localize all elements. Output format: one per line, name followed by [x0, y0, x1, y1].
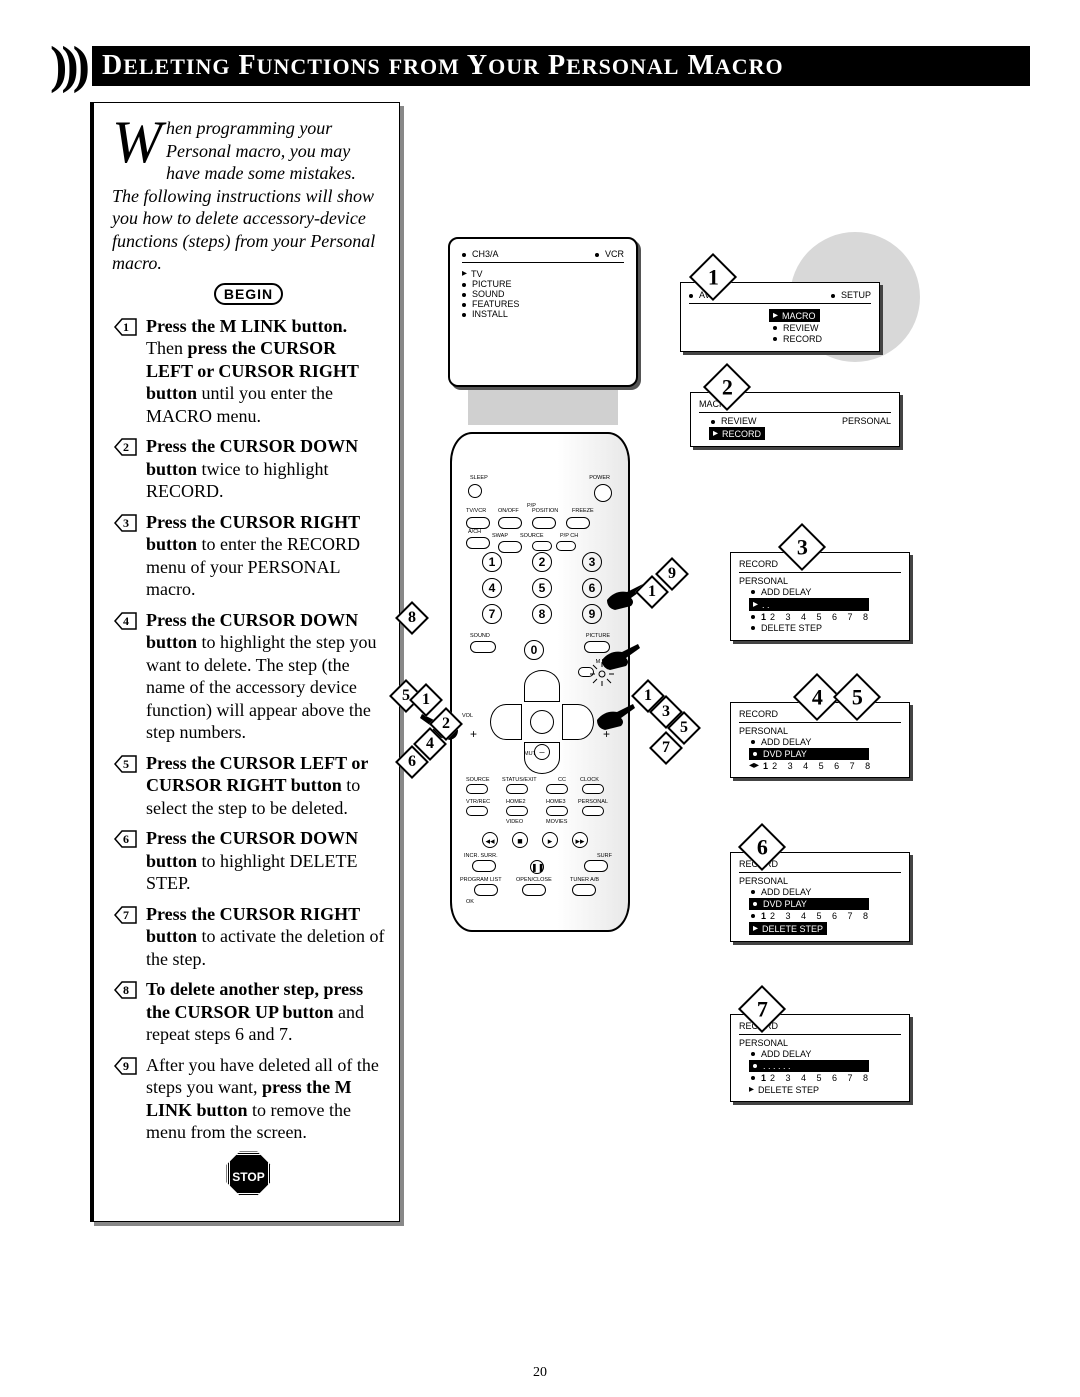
step-3: 3 Press the CURSOR RIGHT button to enter… [112, 511, 385, 601]
step-8: 8 To delete another step, press the CURS… [112, 978, 385, 1046]
instruction-panel: When programming your Personal macro, yo… [90, 102, 400, 1222]
step-7: 7 Press the CURSOR RIGHT button to activ… [112, 903, 385, 971]
remote-numpad: 123 456 789 [482, 552, 602, 630]
page-title: DELETING FUNCTIONS FROM YOUR PERSONAL MA… [92, 46, 1030, 86]
hand-icon [595, 702, 635, 732]
step-9: 9 After you have deleted all of the step… [112, 1054, 385, 1144]
tv-frame-icon: CH3/A VCR ▸TV PICTURE SOUND FEATURES INS… [448, 237, 638, 387]
step-6: 6 Press the CURSOR DOWN button to highli… [112, 827, 385, 895]
svg-text:3: 3 [123, 516, 129, 530]
callout-8-small: 8 [395, 601, 429, 635]
begin-badge: BEGIN [214, 283, 283, 305]
osd-panel-3: RECORD PERSONAL ADD DELAY ▸. . 12 3 4 5 … [730, 552, 910, 641]
illustration-area: CH3/A VCR ▸TV PICTURE SOUND FEATURES INS… [420, 102, 1030, 1222]
page-number: 20 [0, 1365, 1080, 1381]
svg-text:9: 9 [123, 1059, 129, 1073]
svg-text:2: 2 [123, 440, 129, 454]
stop-badge: STOP [227, 1152, 271, 1196]
hand-icon [600, 642, 640, 672]
svg-text:5: 5 [123, 757, 129, 771]
svg-text:8: 8 [123, 983, 129, 997]
step-5: 5 Press the CURSOR LEFT or CURSOR RIGHT … [112, 752, 385, 820]
svg-text:4: 4 [123, 614, 129, 628]
svg-text:7: 7 [123, 908, 129, 922]
svg-text:6: 6 [123, 832, 129, 846]
intro-paragraph: When programming your Personal macro, yo… [112, 117, 385, 275]
step-2: 2 Press the CURSOR DOWN button twice to … [112, 435, 385, 503]
step-4: 4 Press the CURSOR DOWN button to highli… [112, 609, 385, 744]
logo-icon: ))) [50, 40, 84, 92]
svg-text:1: 1 [123, 320, 129, 334]
step-1: 1 Press the M LINK button. Then press th… [112, 315, 385, 428]
